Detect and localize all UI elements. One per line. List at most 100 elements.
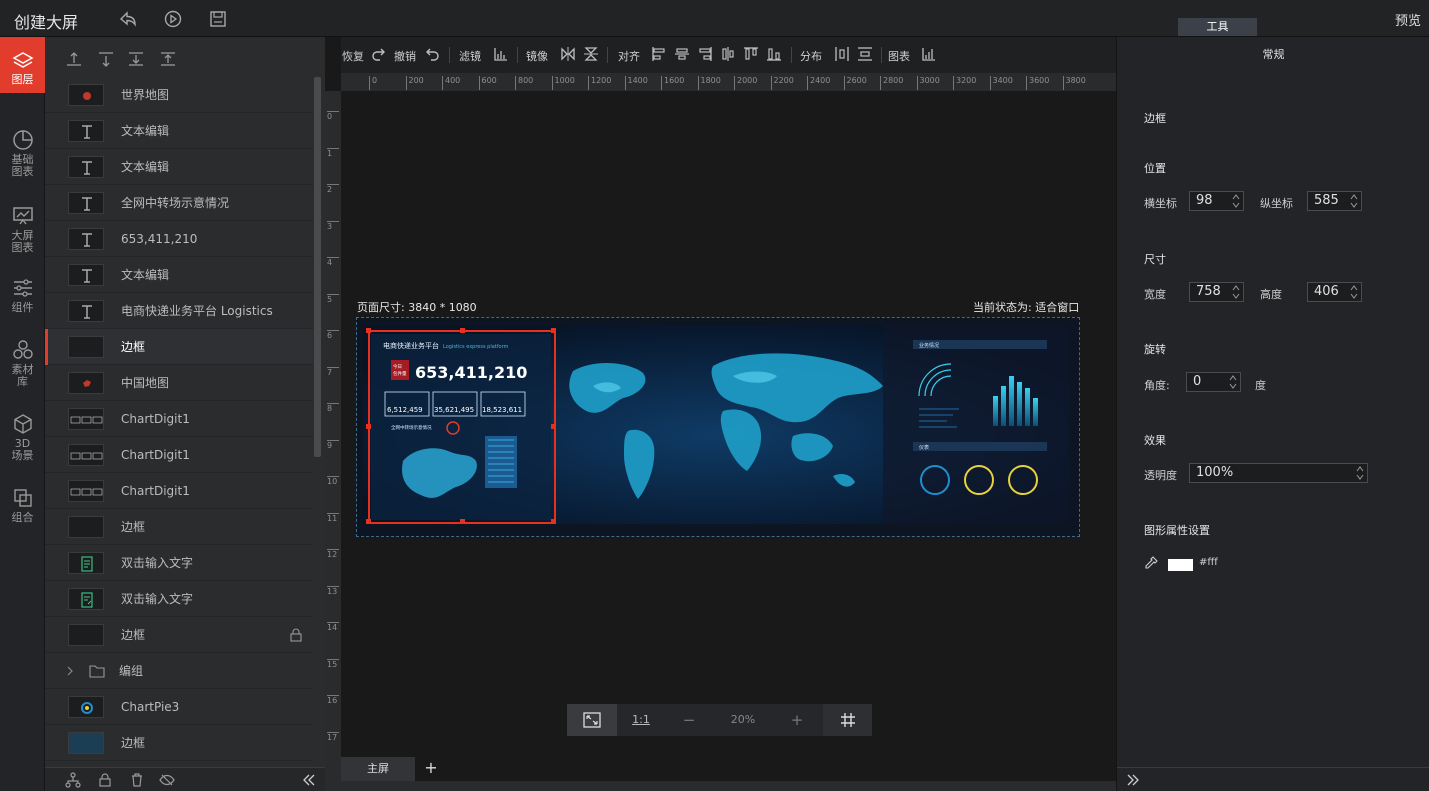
- chart-icon[interactable]: [921, 46, 937, 62]
- lock-icon[interactable]: [97, 772, 113, 788]
- resize-handle[interactable]: [460, 519, 465, 524]
- layer-item[interactable]: 双击输入文字: [45, 545, 313, 581]
- back-icon[interactable]: [118, 9, 138, 29]
- distribute-vertical-icon[interactable]: [857, 46, 873, 62]
- align-center-icon[interactable]: [674, 46, 690, 62]
- height-input[interactable]: 406: [1307, 282, 1362, 302]
- align-middle-icon[interactable]: [720, 46, 736, 62]
- x-input[interactable]: 98: [1189, 191, 1244, 211]
- tab-main-screen[interactable]: 主屏: [341, 757, 415, 781]
- spinner-icon[interactable]: [1231, 284, 1241, 300]
- spinner-icon[interactable]: [1355, 465, 1365, 481]
- align-left-icon[interactable]: [651, 46, 667, 62]
- distribute-label[interactable]: 分布: [800, 48, 822, 64]
- spinner-icon[interactable]: [1228, 374, 1238, 390]
- expand-right-icon[interactable]: [1125, 772, 1141, 788]
- move-bottom-icon[interactable]: [159, 50, 177, 68]
- spinner-icon[interactable]: [1349, 284, 1359, 300]
- align-label[interactable]: 对齐: [618, 48, 640, 64]
- align-bottom-icon[interactable]: [766, 46, 782, 62]
- redo-icon[interactable]: [371, 46, 387, 62]
- layer-item[interactable]: 文本编辑: [45, 149, 313, 185]
- nav-3d-scene[interactable]: 3D 场景: [0, 413, 45, 462]
- filter-label[interactable]: 滤镜: [459, 48, 481, 64]
- chart-label[interactable]: 图表: [888, 48, 910, 64]
- resize-handle[interactable]: [460, 328, 465, 333]
- distribute-horizontal-icon[interactable]: [834, 46, 850, 62]
- dashboard-preview[interactable]: 电商快递业务平台 Logistics express platform 今日 包…: [363, 326, 1069, 524]
- layer-item[interactable]: ChartDigit1: [45, 437, 313, 473]
- redo-label[interactable]: 恢复: [342, 48, 364, 64]
- resize-handle[interactable]: [366, 519, 371, 524]
- nav-components[interactable]: 组件: [0, 277, 45, 314]
- layer-scrollbar[interactable]: [314, 77, 321, 457]
- resize-handle[interactable]: [551, 519, 556, 524]
- nav-basic-charts[interactable]: 基础 图表: [0, 129, 45, 178]
- bar-chart-icon[interactable]: [493, 46, 509, 62]
- zoom-out-button[interactable]: −: [667, 704, 711, 736]
- eye-hide-icon[interactable]: [159, 772, 175, 788]
- align-right-icon[interactable]: [697, 46, 713, 62]
- layer-item[interactable]: 边框: [45, 329, 313, 365]
- nav-layers[interactable]: 图层: [0, 37, 45, 93]
- move-down-icon[interactable]: [127, 50, 145, 68]
- mirror-label[interactable]: 镜像: [526, 48, 548, 64]
- save-icon[interactable]: [208, 9, 228, 29]
- angle-input[interactable]: 0: [1186, 372, 1241, 392]
- undo-icon[interactable]: [424, 46, 440, 62]
- resize-handle[interactable]: [551, 328, 556, 333]
- selection-box[interactable]: [366, 328, 556, 524]
- resize-handle[interactable]: [366, 424, 371, 429]
- zoom-in-button[interactable]: +: [775, 704, 819, 736]
- opacity-input[interactable]: 100%: [1189, 463, 1368, 483]
- lock-icon[interactable]: [289, 628, 303, 642]
- layer-item[interactable]: 中国地图: [45, 365, 313, 401]
- nav-assets[interactable]: 素材 库: [0, 339, 45, 388]
- layer-item[interactable]: 双击输入文字: [45, 581, 313, 617]
- color-swatch[interactable]: [1168, 559, 1193, 571]
- grid-toggle-button[interactable]: [823, 704, 872, 736]
- horizontal-scrollbar[interactable]: [341, 781, 1116, 791]
- chevron-right-icon[interactable]: [65, 666, 75, 676]
- layer-item[interactable]: ChartDigit1: [45, 401, 313, 437]
- y-input[interactable]: 585: [1307, 191, 1362, 211]
- move-up-icon[interactable]: [97, 50, 115, 68]
- layer-item[interactable]: 文本编辑: [45, 257, 313, 293]
- props-tab-general[interactable]: 常规: [1117, 37, 1429, 73]
- nav-label: 大屏 图表: [11, 229, 34, 254]
- actual-size-button[interactable]: 1:1: [619, 704, 663, 736]
- layer-item[interactable]: 全网中转场示意情况: [45, 185, 313, 221]
- hierarchy-icon[interactable]: [65, 772, 81, 788]
- layer-item[interactable]: 电商快递业务平台 Logistics: [45, 293, 313, 329]
- add-screen-button[interactable]: +: [421, 757, 441, 781]
- resize-handle[interactable]: [366, 328, 371, 333]
- align-top-icon[interactable]: [743, 46, 759, 62]
- color-picker-icon[interactable]: [1144, 556, 1158, 570]
- layer-item[interactable]: 653,411,210: [45, 221, 313, 257]
- layer-item[interactable]: 边框: [45, 725, 313, 761]
- fit-window-button[interactable]: [567, 704, 617, 736]
- layer-item[interactable]: 编组: [45, 653, 313, 689]
- layer-item[interactable]: 文本编辑: [45, 113, 313, 149]
- move-top-icon[interactable]: [65, 50, 83, 68]
- layer-item[interactable]: 边框: [45, 509, 313, 545]
- spinner-icon[interactable]: [1349, 193, 1359, 209]
- flip-horizontal-icon[interactable]: [560, 46, 576, 62]
- collapse-left-icon[interactable]: [301, 772, 317, 788]
- nav-screen-charts[interactable]: 大屏 图表: [0, 205, 45, 254]
- undo-label[interactable]: 撤销: [394, 48, 416, 64]
- flip-vertical-icon[interactable]: [583, 46, 599, 62]
- preview-button[interactable]: 预览: [1395, 10, 1421, 29]
- spinner-icon[interactable]: [1231, 193, 1241, 209]
- tools-tab[interactable]: 工具: [1178, 18, 1257, 36]
- nav-group[interactable]: 组合: [0, 487, 45, 524]
- layer-item[interactable]: 边框: [45, 617, 313, 653]
- layer-item[interactable]: ChartPie3: [45, 689, 313, 725]
- resize-handle[interactable]: [551, 424, 556, 429]
- trash-icon[interactable]: [129, 772, 145, 788]
- play-icon[interactable]: [163, 9, 183, 29]
- layer-item[interactable]: ChartDigit1: [45, 473, 313, 509]
- screen-canvas[interactable]: 电商快递业务平台 Logistics express platform 今日 包…: [356, 317, 1080, 537]
- layer-item[interactable]: 世界地图: [45, 77, 313, 113]
- width-input[interactable]: 758: [1189, 282, 1244, 302]
